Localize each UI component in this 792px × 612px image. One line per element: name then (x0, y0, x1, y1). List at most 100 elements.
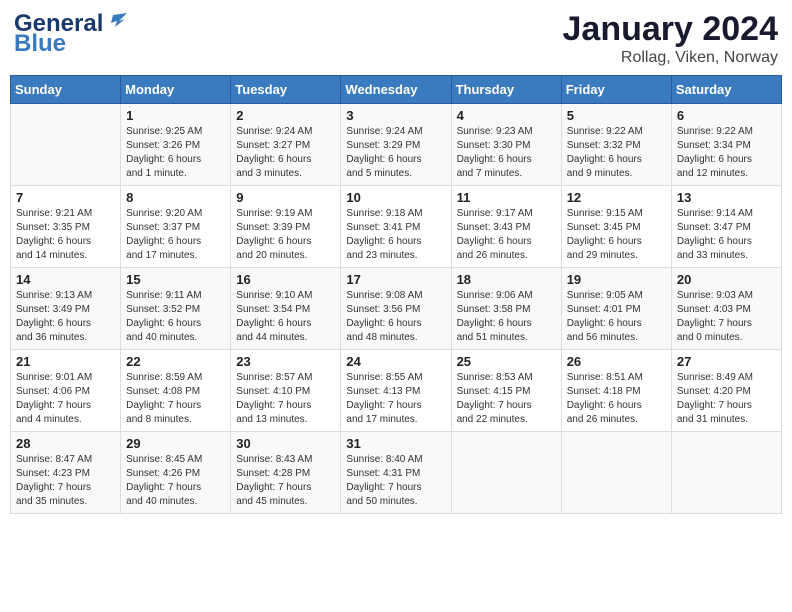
day-number: 5 (567, 108, 666, 123)
day-info: Sunrise: 9:03 AMSunset: 4:03 PMDaylight:… (677, 289, 776, 345)
page-subtitle: Rollag, Viken, Norway (563, 49, 779, 67)
day-number: 24 (346, 354, 445, 369)
day-header-thursday: Thursday (451, 76, 561, 104)
day-header-monday: Monday (121, 76, 231, 104)
day-number: 17 (346, 272, 445, 287)
day-info: Sunrise: 8:47 AMSunset: 4:23 PMDaylight:… (16, 453, 115, 509)
day-info: Sunrise: 9:20 AMSunset: 3:37 PMDaylight:… (126, 207, 225, 263)
day-number: 1 (126, 108, 225, 123)
day-number: 15 (126, 272, 225, 287)
day-info: Sunrise: 8:53 AMSunset: 4:15 PMDaylight:… (457, 371, 556, 427)
calendar-cell (671, 432, 781, 514)
day-info: Sunrise: 8:57 AMSunset: 4:10 PMDaylight:… (236, 371, 335, 427)
calendar-cell: 22 Sunrise: 8:59 AMSunset: 4:08 PMDayligh… (121, 350, 231, 432)
day-info: Sunrise: 9:08 AMSunset: 3:56 PMDaylight:… (346, 289, 445, 345)
day-number: 21 (16, 354, 115, 369)
day-number: 22 (126, 354, 225, 369)
day-info: Sunrise: 8:59 AMSunset: 4:08 PMDaylight:… (126, 371, 225, 427)
page-header: General Blue January 2024 Rollag, Viken,… (10, 10, 782, 67)
day-number: 30 (236, 436, 335, 451)
day-number: 9 (236, 190, 335, 205)
day-info: Sunrise: 9:06 AMSunset: 3:58 PMDaylight:… (457, 289, 556, 345)
page-title: January 2024 (563, 10, 779, 49)
day-info: Sunrise: 9:17 AMSunset: 3:43 PMDaylight:… (457, 207, 556, 263)
calendar-cell (11, 104, 121, 186)
calendar-cell: 12Sunrise: 9:15 AMSunset: 3:45 PMDayligh… (561, 186, 671, 268)
day-number: 27 (677, 354, 776, 369)
day-number: 11 (457, 190, 556, 205)
calendar-cell: 26 Sunrise: 8:51 AMSunset: 4:18 PMDayligh… (561, 350, 671, 432)
day-number: 10 (346, 190, 445, 205)
day-number: 6 (677, 108, 776, 123)
day-number: 4 (457, 108, 556, 123)
day-header-saturday: Saturday (671, 76, 781, 104)
day-number: 26 (567, 354, 666, 369)
calendar-header-row: SundayMondayTuesdayWednesdayThursdayFrid… (11, 76, 782, 104)
day-info: Sunrise: 9:19 AMSunset: 3:39 PMDaylight:… (236, 207, 335, 263)
day-info: Sunrise: 8:55 AMSunset: 4:13 PMDaylight:… (346, 371, 445, 427)
calendar-cell: 18 Sunrise: 9:06 AMSunset: 3:58 PMDayligh… (451, 268, 561, 350)
calendar-cell: 23Sunrise: 8:57 AMSunset: 4:10 PMDayligh… (231, 350, 341, 432)
calendar-cell: 15 Sunrise: 9:11 AMSunset: 3:52 PMDayligh… (121, 268, 231, 350)
day-info: Sunrise: 9:15 AMSunset: 3:45 PMDaylight:… (567, 207, 666, 263)
calendar-cell: 27 Sunrise: 8:49 AMSunset: 4:20 PMDayligh… (671, 350, 781, 432)
calendar-cell: 8 Sunrise: 9:20 AMSunset: 3:37 PMDaylight… (121, 186, 231, 268)
calendar-cell: 19 Sunrise: 9:05 AMSunset: 4:01 PMDayligh… (561, 268, 671, 350)
calendar-cell (561, 432, 671, 514)
calendar-cell: 28 Sunrise: 8:47 AMSunset: 4:23 PMDayligh… (11, 432, 121, 514)
day-info: Sunrise: 9:25 AMSunset: 3:26 PMDaylight:… (126, 125, 225, 181)
calendar-cell: 11 Sunrise: 9:17 AMSunset: 3:43 PMDayligh… (451, 186, 561, 268)
calendar-cell: 1 Sunrise: 9:25 AMSunset: 3:26 PMDaylight… (121, 104, 231, 186)
day-number: 16 (236, 272, 335, 287)
day-number: 29 (126, 436, 225, 451)
calendar-week-2: 7 Sunrise: 9:21 AMSunset: 3:35 PMDaylight… (11, 186, 782, 268)
calendar-cell: 3Sunrise: 9:24 AMSunset: 3:29 PMDaylight… (341, 104, 451, 186)
day-number: 2 (236, 108, 335, 123)
calendar-cell: 16 Sunrise: 9:10 AMSunset: 3:54 PMDayligh… (231, 268, 341, 350)
day-info: Sunrise: 9:05 AMSunset: 4:01 PMDaylight:… (567, 289, 666, 345)
day-info: Sunrise: 8:45 AMSunset: 4:26 PMDaylight:… (126, 453, 225, 509)
day-number: 13 (677, 190, 776, 205)
day-info: Sunrise: 8:40 AMSunset: 4:31 PMDaylight:… (346, 453, 445, 509)
day-info: Sunrise: 9:10 AMSunset: 3:54 PMDaylight:… (236, 289, 335, 345)
day-number: 19 (567, 272, 666, 287)
day-header-tuesday: Tuesday (231, 76, 341, 104)
day-info: Sunrise: 9:11 AMSunset: 3:52 PMDaylight:… (126, 289, 225, 345)
day-info: Sunrise: 9:14 AMSunset: 3:47 PMDaylight:… (677, 207, 776, 263)
logo: General Blue (14, 10, 127, 58)
logo-bird-icon (105, 11, 127, 33)
calendar-cell: 29 Sunrise: 8:45 AMSunset: 4:26 PMDayligh… (121, 432, 231, 514)
calendar-table: SundayMondayTuesdayWednesdayThursdayFrid… (10, 75, 782, 514)
day-info: Sunrise: 9:18 AMSunset: 3:41 PMDaylight:… (346, 207, 445, 263)
day-info: Sunrise: 9:13 AMSunset: 3:49 PMDaylight:… (16, 289, 115, 345)
calendar-cell: 24 Sunrise: 8:55 AMSunset: 4:13 PMDayligh… (341, 350, 451, 432)
day-number: 20 (677, 272, 776, 287)
calendar-cell: 4 Sunrise: 9:23 AMSunset: 3:30 PMDaylight… (451, 104, 561, 186)
day-number: 7 (16, 190, 115, 205)
day-header-wednesday: Wednesday (341, 76, 451, 104)
day-info: Sunrise: 9:23 AMSunset: 3:30 PMDaylight:… (457, 125, 556, 181)
day-number: 14 (16, 272, 115, 287)
day-number: 18 (457, 272, 556, 287)
day-number: 28 (16, 436, 115, 451)
calendar-week-4: 21Sunrise: 9:01 AMSunset: 4:06 PMDayligh… (11, 350, 782, 432)
calendar-cell: 25Sunrise: 8:53 AMSunset: 4:15 PMDayligh… (451, 350, 561, 432)
day-info: Sunrise: 9:21 AMSunset: 3:35 PMDaylight:… (16, 207, 115, 263)
day-info: Sunrise: 8:49 AMSunset: 4:20 PMDaylight:… (677, 371, 776, 427)
calendar-cell: 20 Sunrise: 9:03 AMSunset: 4:03 PMDayligh… (671, 268, 781, 350)
day-info: Sunrise: 8:51 AMSunset: 4:18 PMDaylight:… (567, 371, 666, 427)
calendar-cell: 30 Sunrise: 8:43 AMSunset: 4:28 PMDayligh… (231, 432, 341, 514)
calendar-cell: 14 Sunrise: 9:13 AMSunset: 3:49 PMDayligh… (11, 268, 121, 350)
day-number: 8 (126, 190, 225, 205)
calendar-week-5: 28 Sunrise: 8:47 AMSunset: 4:23 PMDayligh… (11, 432, 782, 514)
calendar-cell: 10 Sunrise: 9:18 AMSunset: 3:41 PMDayligh… (341, 186, 451, 268)
calendar-cell: 21Sunrise: 9:01 AMSunset: 4:06 PMDayligh… (11, 350, 121, 432)
logo-blue-text: Blue (14, 30, 66, 58)
title-block: January 2024 Rollag, Viken, Norway (563, 10, 779, 67)
calendar-week-3: 14 Sunrise: 9:13 AMSunset: 3:49 PMDayligh… (11, 268, 782, 350)
calendar-cell: 6Sunrise: 9:22 AMSunset: 3:34 PMDaylight… (671, 104, 781, 186)
day-info: Sunrise: 9:24 AMSunset: 3:27 PMDaylight:… (236, 125, 335, 181)
calendar-cell: 2 Sunrise: 9:24 AMSunset: 3:27 PMDaylight… (231, 104, 341, 186)
calendar-cell: 9 Sunrise: 9:19 AMSunset: 3:39 PMDaylight… (231, 186, 341, 268)
day-info: Sunrise: 8:43 AMSunset: 4:28 PMDaylight:… (236, 453, 335, 509)
